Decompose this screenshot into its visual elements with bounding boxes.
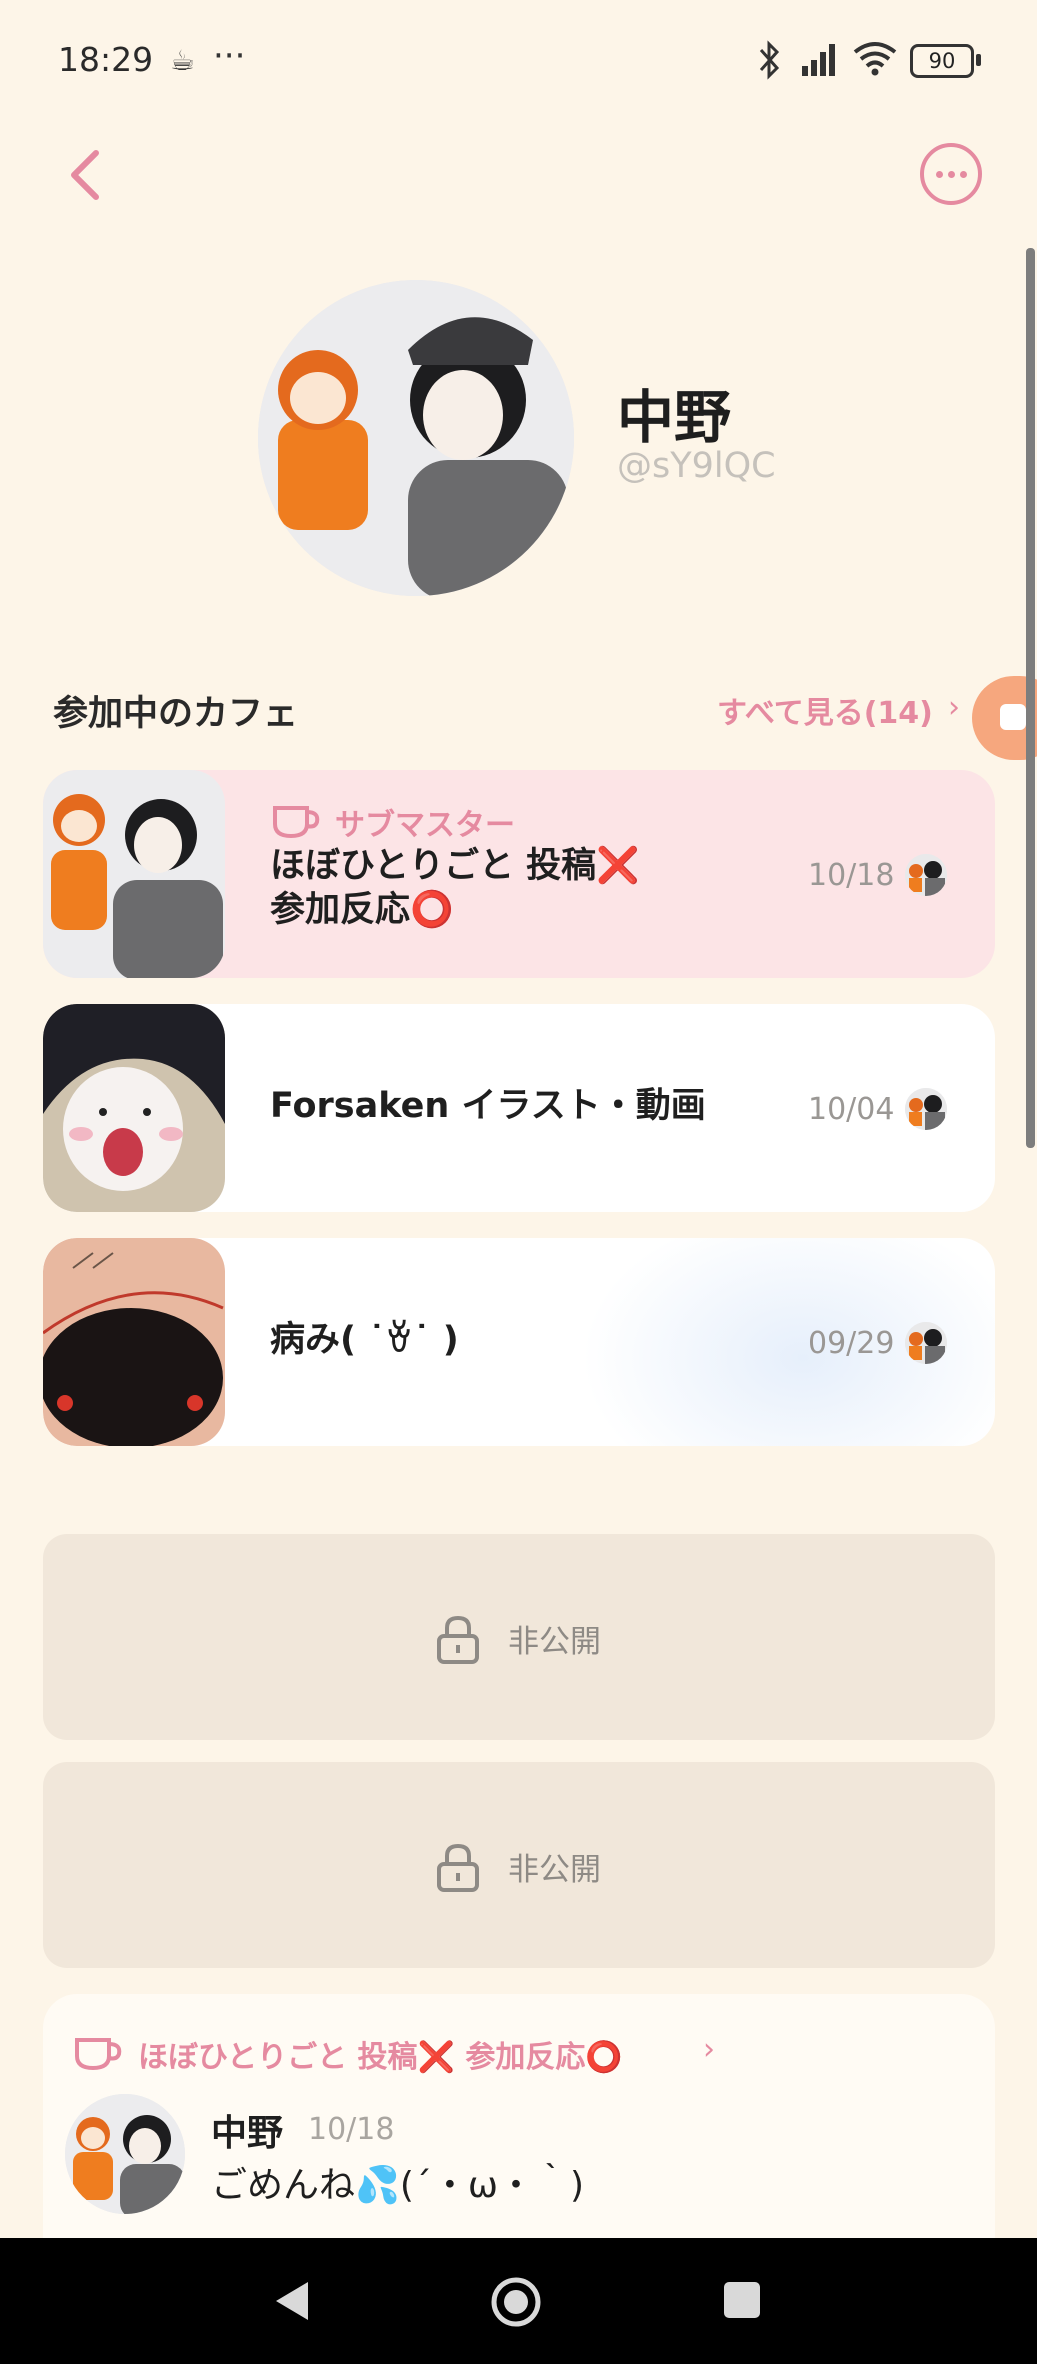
post-author-avatar[interactable] — [65, 2094, 185, 2214]
status-time: 18:29 — [58, 40, 154, 79]
post-text: ごめんね💦(´・ω・｀) — [211, 2165, 585, 2206]
private-label: 非公開 — [508, 1852, 601, 1888]
member-avatar — [905, 854, 947, 896]
profile-avatar[interactable] — [258, 280, 574, 596]
more-notifications-icon: ··· — [213, 36, 246, 76]
cafe-card[interactable]: Forsaken イラスト・動画 10/04 — [43, 1004, 995, 1212]
battery-nub — [976, 54, 981, 66]
private-label: 非公開 — [508, 1624, 601, 1660]
signal-icon — [802, 44, 835, 76]
cafe-thumbnail — [43, 1238, 225, 1446]
system-nav-bar — [0, 2238, 1037, 2364]
lock-icon — [437, 1843, 479, 1892]
private-cafe-card: 非公開 — [43, 1534, 995, 1740]
scrollbar[interactable] — [1026, 248, 1035, 1148]
lock-icon — [437, 1615, 479, 1664]
see-all-link[interactable]: すべて見る(14) — [717, 688, 933, 732]
cafe-thumbnail — [43, 770, 225, 978]
cup-icon — [273, 806, 320, 839]
member-avatar — [905, 1322, 947, 1364]
cafe-date: 10/18 — [808, 858, 895, 893]
profile-handle: @sY9lQC — [617, 446, 776, 486]
back-chevron-icon[interactable] — [60, 145, 110, 205]
cafe-title: Forsaken イラスト・動画 — [270, 1086, 706, 1126]
cafe-date: 10/04 — [808, 1092, 895, 1127]
chevron-right-icon[interactable]: › — [948, 690, 960, 725]
cafe-thumbnail — [43, 1004, 225, 1212]
post-cafe-link[interactable]: ほぼひとりごと 投稿❌ 参加反応⭕ — [138, 2032, 623, 2076]
cafe-title-line2: 参加反応⭕ — [270, 890, 454, 930]
private-cafe-card: 非公開 — [43, 1762, 995, 1968]
nav-back-icon[interactable] — [270, 2278, 314, 2324]
status-bar: 18:29 ☕ ··· 90 — [0, 0, 1037, 120]
nav-home-icon[interactable] — [490, 2276, 542, 2328]
nav-recents-icon[interactable] — [722, 2280, 762, 2320]
bluetooth-icon — [759, 40, 780, 80]
wifi-icon — [853, 42, 897, 76]
post-date: 10/18 — [308, 2112, 395, 2147]
battery-indicator: 90 — [910, 44, 974, 78]
role-badge: サブマスター — [335, 808, 515, 843]
chevron-right-icon[interactable]: › — [703, 2032, 715, 2067]
cafe-date: 09/29 — [808, 1326, 895, 1361]
post-author-name: 中野 — [211, 2113, 284, 2154]
cafe-title: 病み( ˙ꈊ˙ ) — [270, 1320, 459, 1360]
cup-icon — [75, 2038, 122, 2071]
cafes-section-title: 参加中のカフェ — [53, 694, 299, 734]
coffee-notification-icon: ☕ — [170, 44, 196, 77]
member-avatar — [905, 1088, 947, 1130]
cafe-card[interactable]: サブマスター ほぼひとりごと 投稿❌ 参加反応⭕ 10/18 — [43, 770, 995, 978]
more-options-button[interactable] — [920, 143, 982, 205]
profile-name: 中野 — [617, 385, 731, 451]
cafe-title: ほぼひとりごと 投稿❌ — [270, 846, 640, 886]
cafe-card[interactable]: 病み( ˙ꈊ˙ ) 09/29 — [43, 1238, 995, 1446]
